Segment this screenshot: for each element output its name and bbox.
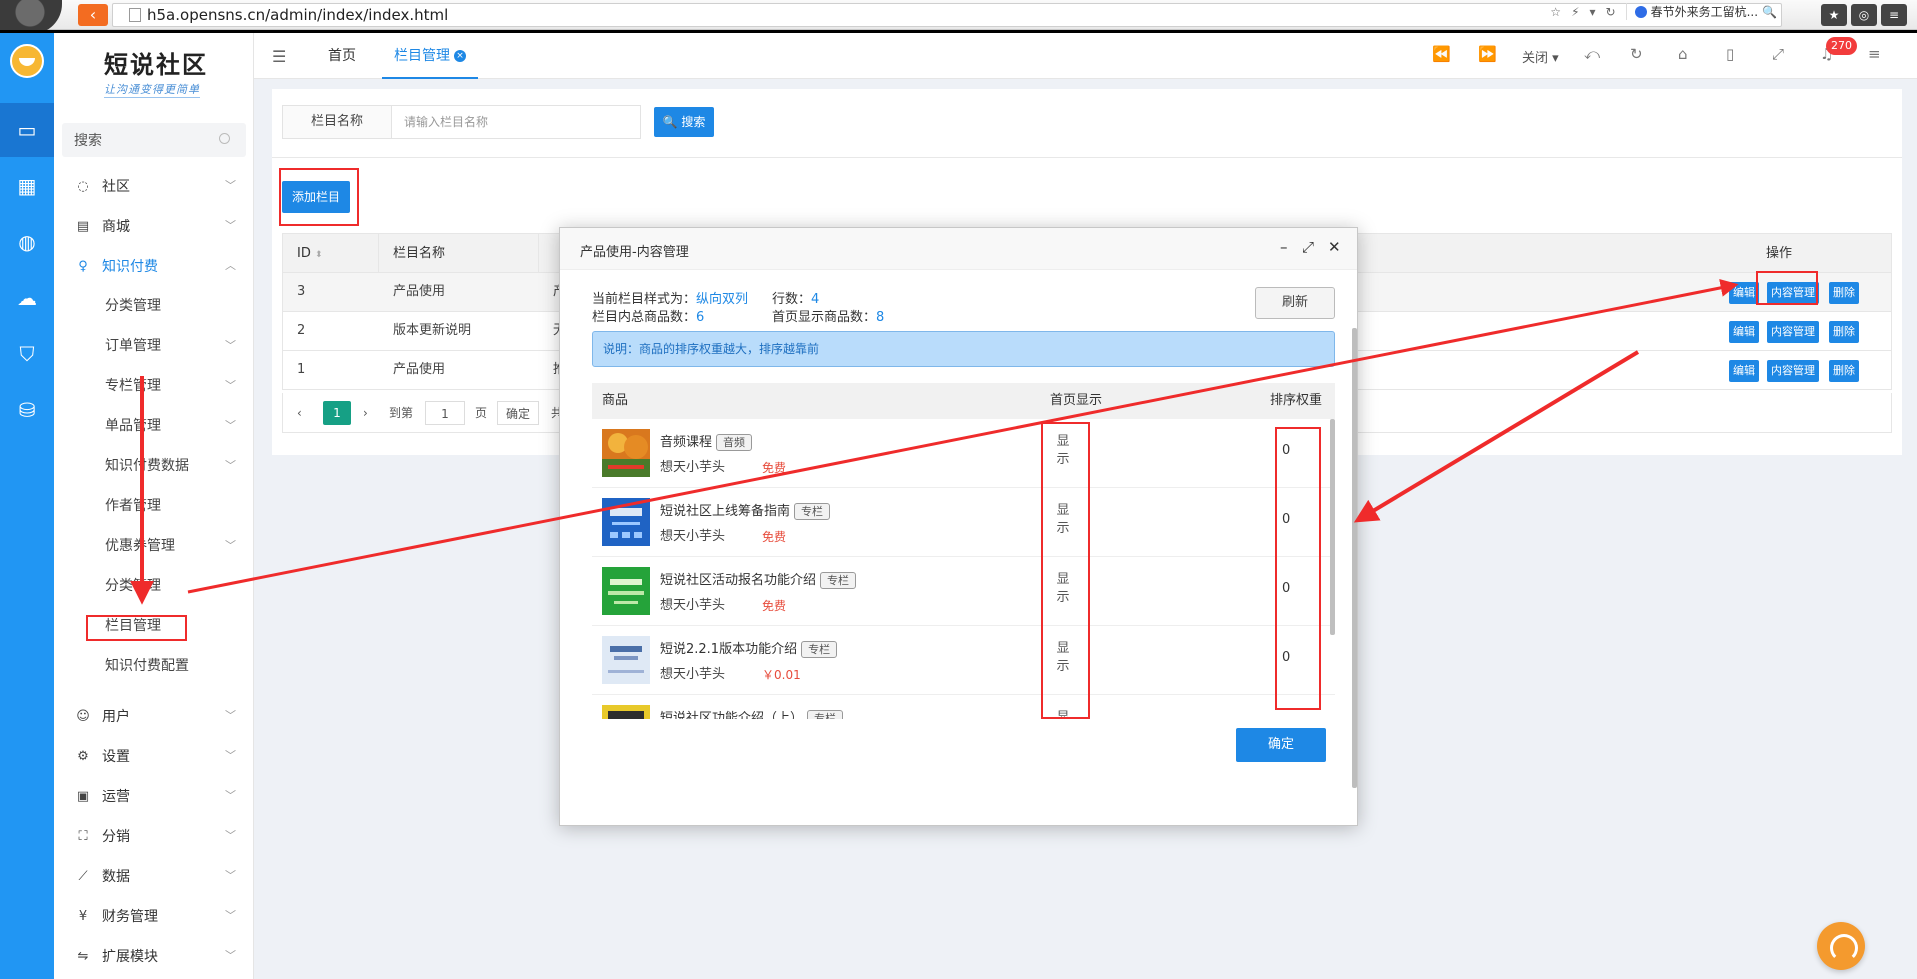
- support-chat-icon[interactable]: [1817, 922, 1865, 970]
- arrow-to-content-manage: [187, 278, 1739, 594]
- annotation-arrows: [130, 278, 1739, 605]
- arrow-to-modal: [1353, 350, 1640, 523]
